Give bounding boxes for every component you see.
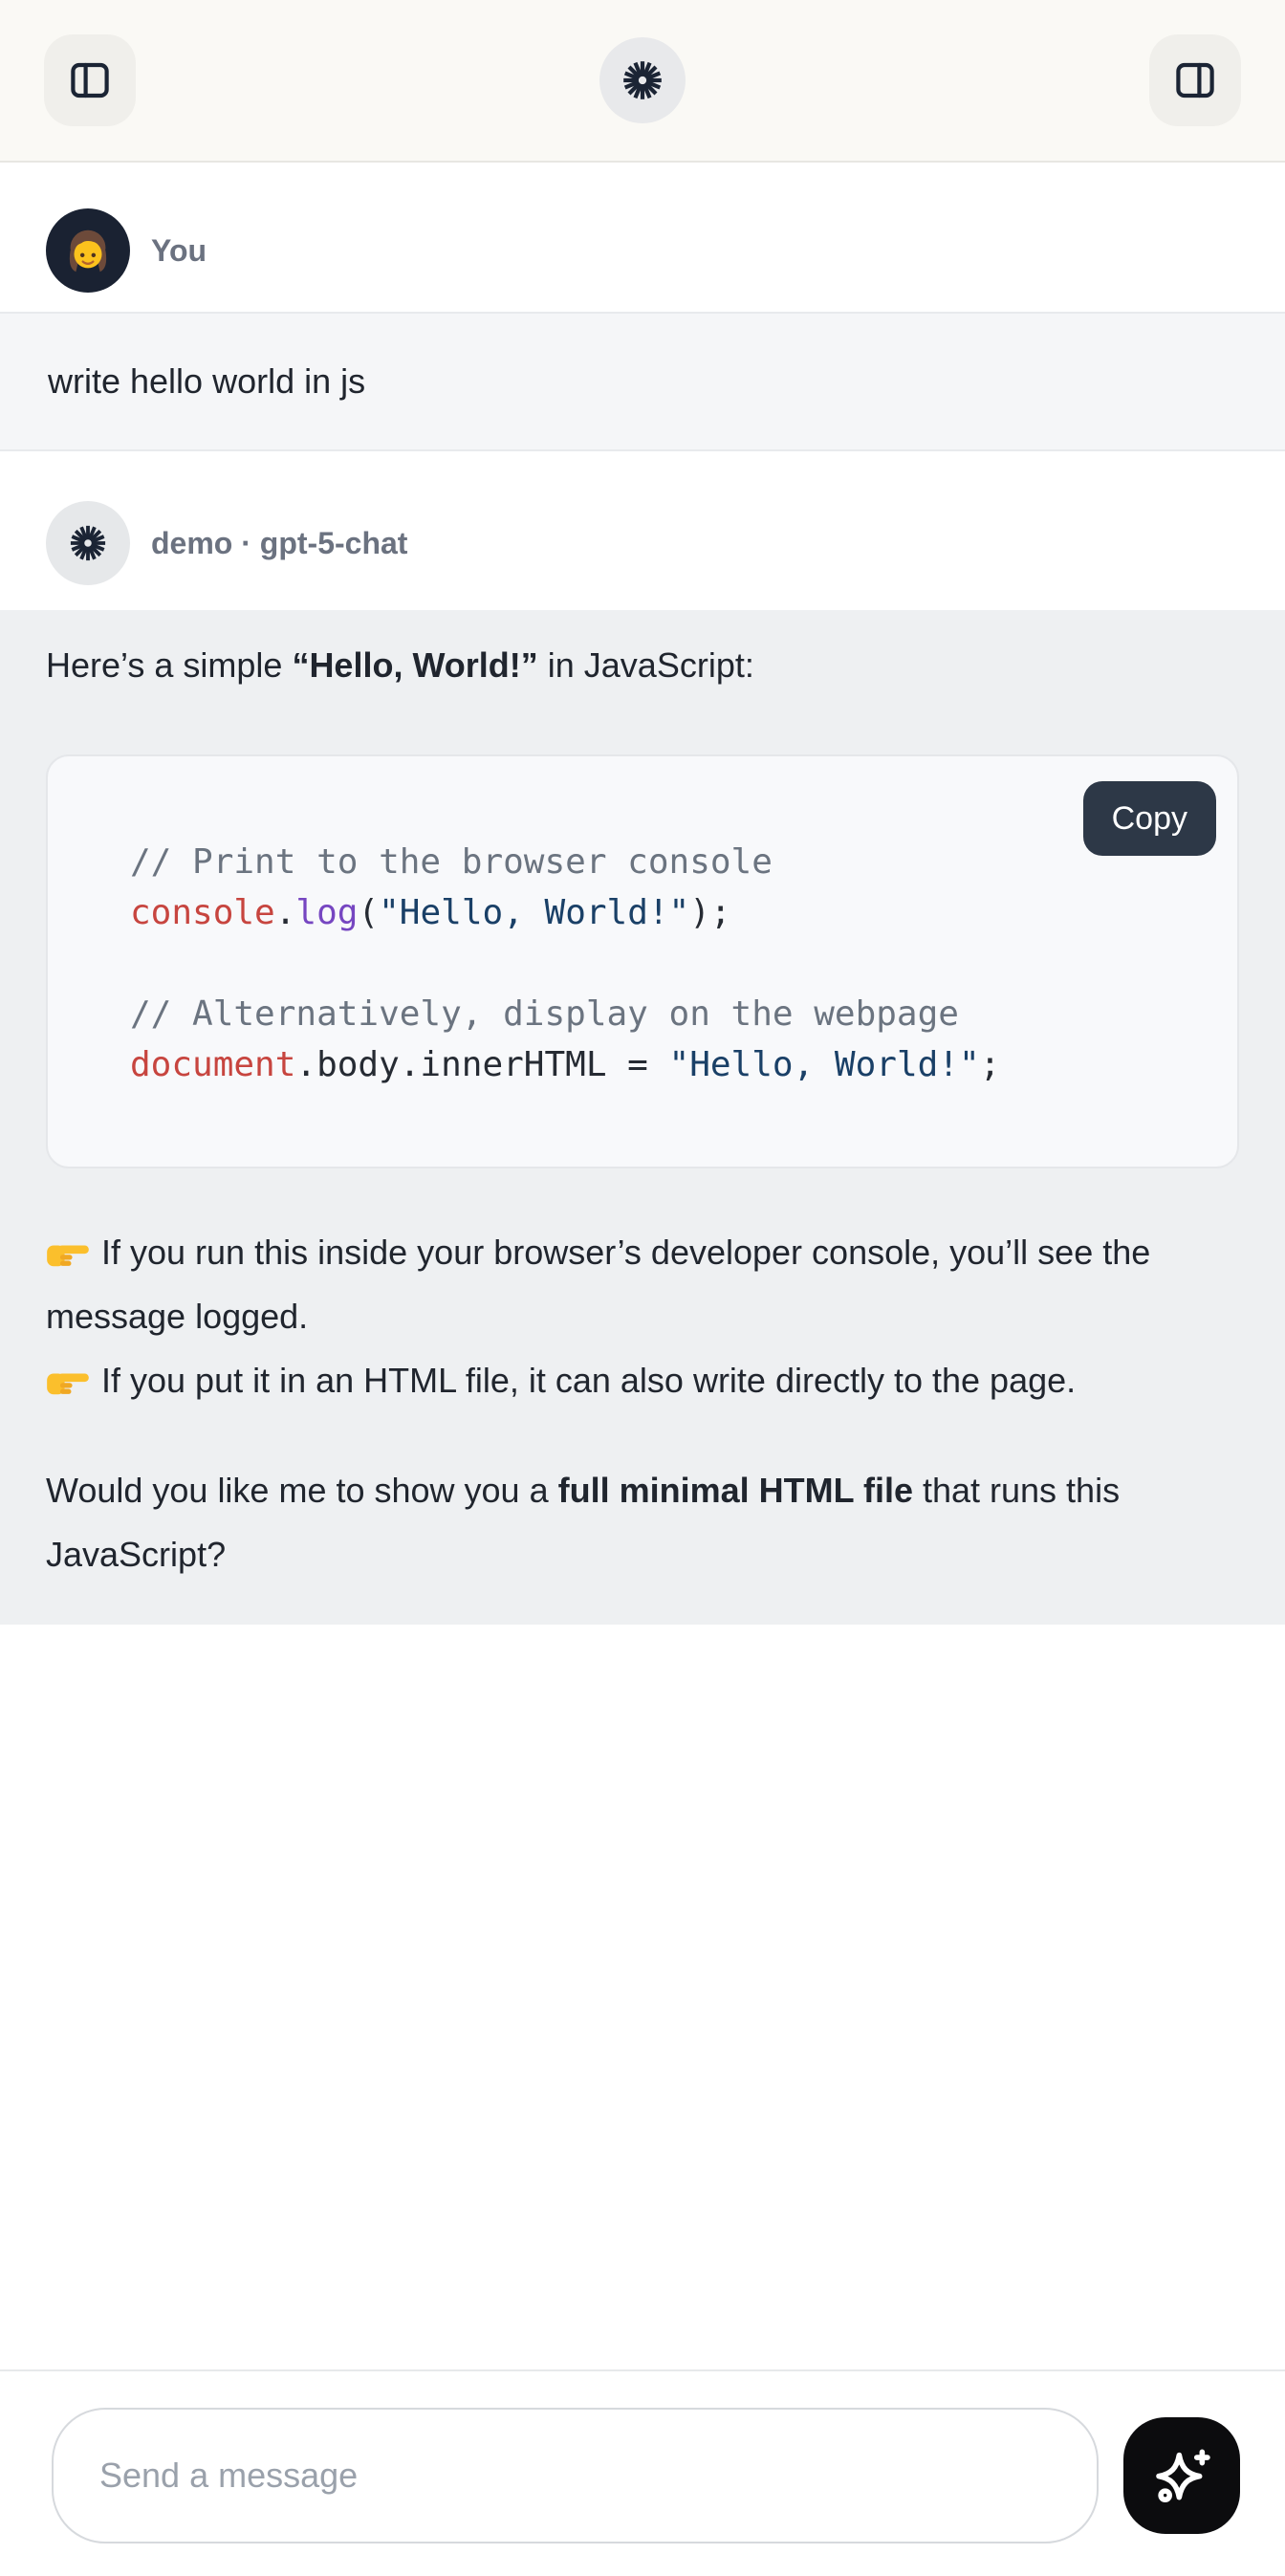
bullet-text: If you put it in an HTML file, it can al…: [101, 1361, 1076, 1400]
composer-bar: [0, 2369, 1285, 2576]
assistant-message: Here’s a simple “Hello, World!” in JavaS…: [0, 610, 1285, 1625]
app-logo-badge: [599, 37, 686, 123]
panel-left-icon: [67, 57, 113, 103]
user-message: write hello world in js: [0, 312, 1285, 451]
intro-bold-text: “Hello, World!”: [292, 645, 537, 685]
panel-right-icon: [1172, 57, 1218, 103]
assistant-sender-label: demo · gpt-5-chat: [151, 526, 407, 561]
assistant-bullets-paragraph: If you run this inside your browser’s de…: [46, 1220, 1239, 1412]
starburst-logo-icon: [621, 58, 664, 102]
starburst-logo-icon: [68, 523, 108, 563]
code-content: // Print to the browser console console.…: [130, 837, 1199, 1090]
user-message-text: write hello world in js: [48, 361, 365, 401]
assistant-closing-paragraph: Would you like me to show you a full min…: [46, 1458, 1239, 1586]
sidebar-toggle-button[interactable]: [44, 34, 136, 126]
top-bar: [0, 0, 1285, 163]
intro-text-after: in JavaScript:: [538, 645, 754, 685]
assistant-message-header: demo · gpt-5-chat: [46, 501, 1239, 585]
sparkle-plus-icon: [1151, 2445, 1212, 2506]
copy-code-button[interactable]: Copy: [1083, 781, 1216, 856]
code-block: Copy // Print to the browser console con…: [46, 754, 1239, 1168]
user-sender-label: You: [151, 233, 207, 269]
intro-text: Here’s a simple: [46, 645, 292, 685]
message-input[interactable]: [52, 2408, 1099, 2543]
chat-scroll-area: You write hello world in js demo · gpt-5…: [0, 163, 1285, 2369]
assistant-avatar: [46, 501, 130, 585]
closing-bold-text: full minimal HTML file: [558, 1471, 913, 1510]
assistant-intro-paragraph: Here’s a simple “Hello, World!” in JavaS…: [46, 633, 1239, 697]
user-avatar: [46, 208, 130, 293]
right-panel-toggle-button[interactable]: [1149, 34, 1241, 126]
person-emoji-icon: [58, 221, 118, 280]
pointing-right-emoji-icon: [46, 1235, 90, 1271]
closing-text: Would you like me to show you a: [46, 1471, 558, 1510]
user-message-header: You: [46, 208, 1239, 293]
pointing-right-emoji-icon: [46, 1364, 90, 1399]
bullet-text: If you run this inside your browser’s de…: [46, 1233, 1150, 1336]
send-button[interactable]: [1123, 2417, 1240, 2534]
